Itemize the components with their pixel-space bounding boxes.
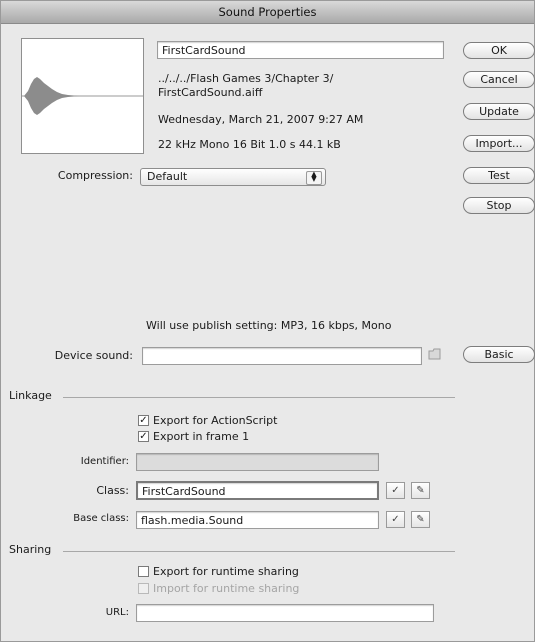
sound-path-line2: FirstCardSound.aiff bbox=[158, 86, 263, 99]
checkmark-icon[interactable]: ✓ bbox=[386, 511, 405, 528]
linkage-heading: Linkage bbox=[9, 389, 52, 402]
test-button[interactable]: Test bbox=[463, 167, 535, 184]
publish-setting-note: Will use publish setting: MP3, 16 kbps, … bbox=[146, 319, 392, 332]
identifier-input[interactable] bbox=[136, 453, 379, 471]
linkage-divider bbox=[63, 397, 455, 398]
export-actionscript-checkbox[interactable]: ✓ bbox=[138, 415, 149, 426]
basic-button[interactable]: Basic bbox=[463, 346, 535, 363]
sound-path-line1: ../../../Flash Games 3/Chapter 3/ bbox=[158, 72, 334, 85]
sharing-divider bbox=[63, 551, 455, 552]
updown-arrows-icon: ▲ ▼ bbox=[306, 171, 322, 185]
export-frame1-checkbox[interactable]: ✓ bbox=[138, 431, 149, 442]
export-runtime-label: Export for runtime sharing bbox=[153, 565, 299, 578]
compression-label: Compression: bbox=[57, 169, 133, 182]
stop-button[interactable]: Stop bbox=[463, 197, 535, 214]
url-input[interactable] bbox=[136, 604, 434, 622]
folder-icon[interactable] bbox=[428, 348, 442, 361]
update-button[interactable]: Update bbox=[463, 103, 535, 120]
class-label: Class: bbox=[96, 484, 129, 497]
import-runtime-checkbox bbox=[138, 583, 149, 594]
sound-name-input[interactable]: FirstCardSound bbox=[157, 41, 444, 59]
import-button[interactable]: Import... bbox=[463, 135, 535, 152]
device-sound-input[interactable] bbox=[142, 347, 422, 365]
sound-date: Wednesday, March 21, 2007 9:27 AM bbox=[158, 113, 364, 126]
export-runtime-checkbox[interactable] bbox=[138, 566, 149, 577]
checkmark-icon[interactable]: ✓ bbox=[386, 482, 405, 499]
pencil-icon[interactable]: ✎ bbox=[411, 511, 430, 528]
sharing-heading: Sharing bbox=[9, 543, 52, 556]
export-actionscript-label: Export for ActionScript bbox=[153, 414, 278, 427]
url-label: URL: bbox=[105, 607, 129, 618]
pencil-icon[interactable]: ✎ bbox=[411, 482, 430, 499]
class-input[interactable]: FirstCardSound bbox=[136, 481, 379, 500]
identifier-label: Identifier: bbox=[80, 456, 129, 467]
base-class-input[interactable]: flash.media.Sound bbox=[136, 511, 379, 529]
sound-properties-window: Sound Properties FirstCardSound ../../..… bbox=[0, 0, 535, 642]
sound-format: 22 kHz Mono 16 Bit 1.0 s 44.1 kB bbox=[158, 138, 341, 151]
export-frame1-label: Export in frame 1 bbox=[153, 430, 250, 443]
import-runtime-label: Import for runtime sharing bbox=[153, 582, 300, 595]
waveform-icon bbox=[22, 77, 143, 115]
cancel-button[interactable]: Cancel bbox=[463, 71, 535, 88]
base-class-label: Base class: bbox=[73, 513, 129, 524]
device-sound-label: Device sound: bbox=[54, 349, 133, 362]
ok-button[interactable]: OK bbox=[463, 42, 535, 59]
compression-select[interactable]: Default ▲ ▼ bbox=[140, 168, 326, 186]
window-title: Sound Properties bbox=[1, 1, 534, 24]
compression-value: Default bbox=[147, 170, 188, 183]
sound-path: ../../../Flash Games 3/Chapter 3/ FirstC… bbox=[158, 72, 333, 100]
waveform-preview bbox=[21, 38, 144, 154]
